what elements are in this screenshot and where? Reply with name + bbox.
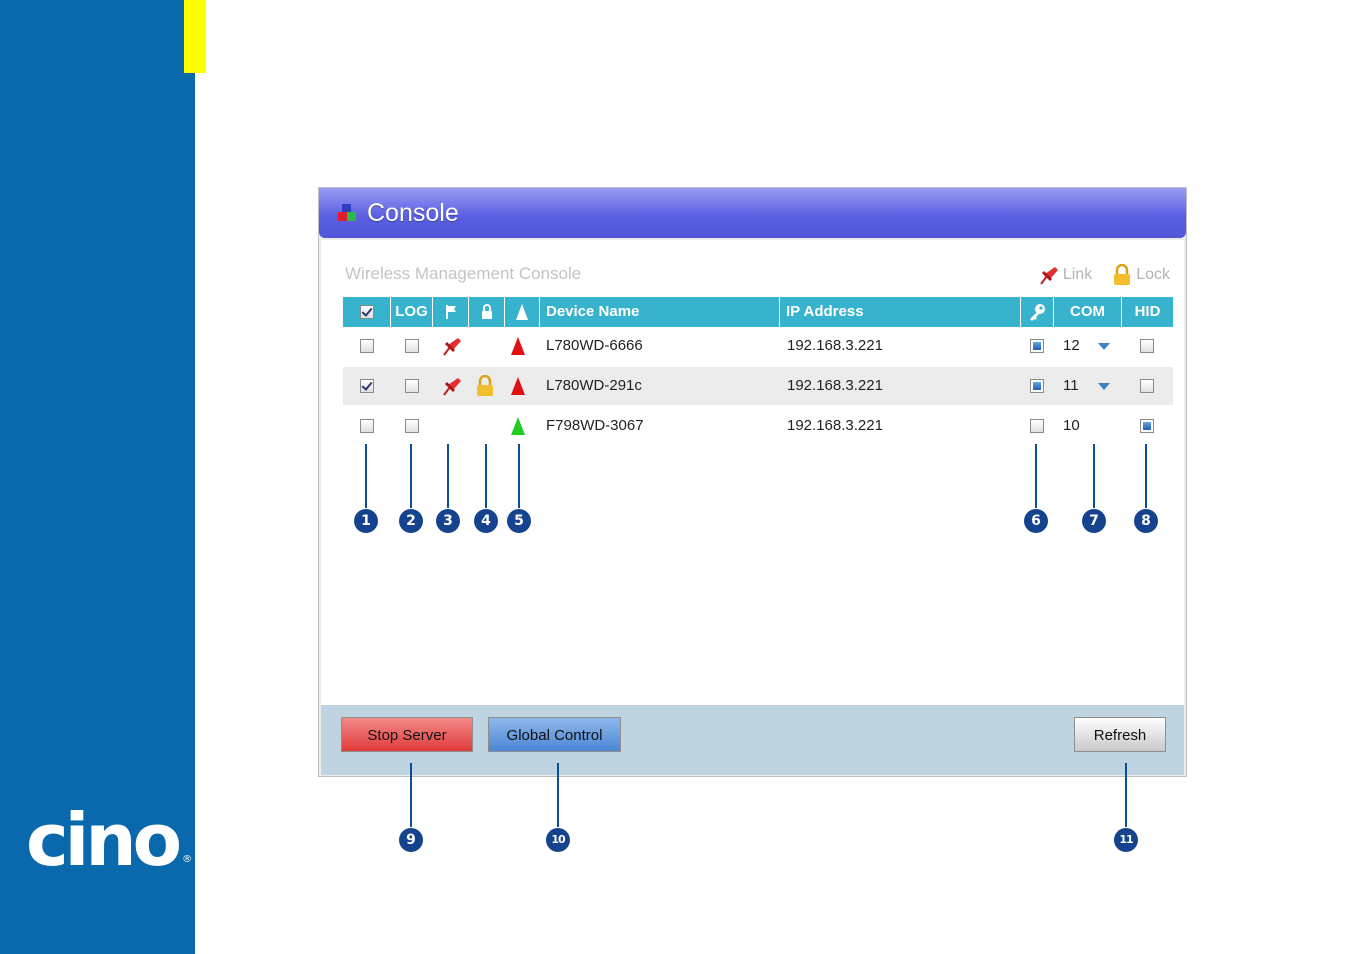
key-icon bbox=[1030, 304, 1045, 321]
console-app-icon bbox=[338, 204, 356, 221]
callout-badge: 8 bbox=[1134, 509, 1158, 533]
callout-line bbox=[447, 444, 449, 508]
row-key-checkbox[interactable] bbox=[1030, 419, 1044, 433]
callout-line bbox=[485, 444, 487, 508]
header-select-all-cell bbox=[343, 297, 391, 327]
ip-address: 192.168.3.221 bbox=[787, 417, 883, 434]
row-hid-checkbox[interactable] bbox=[1140, 339, 1154, 353]
table-row: F798WD-3067 192.168.3.221 10 bbox=[343, 407, 1173, 445]
select-all-checkbox[interactable] bbox=[360, 305, 374, 319]
callout-badge: 6 bbox=[1024, 509, 1048, 533]
table-row: L780WD-6666 192.168.3.221 12 bbox=[343, 327, 1173, 365]
legend-link-label: Link bbox=[1062, 266, 1093, 283]
callout-badge: 4 bbox=[474, 509, 498, 533]
callout-badge: 2 bbox=[399, 509, 423, 533]
header-lock-icon bbox=[481, 304, 492, 319]
row-select-checkbox[interactable] bbox=[360, 379, 374, 393]
link-pin-icon bbox=[443, 338, 461, 356]
callout-badge: 10 bbox=[546, 828, 570, 852]
ip-address: 192.168.3.221 bbox=[787, 377, 883, 394]
callout-line bbox=[365, 444, 367, 508]
callout-badge: 9 bbox=[399, 828, 423, 852]
callout-line bbox=[410, 444, 412, 508]
row-log-checkbox[interactable] bbox=[405, 379, 419, 393]
header-ip-address: IP Address bbox=[780, 297, 1021, 327]
row-key-checkbox[interactable] bbox=[1030, 379, 1044, 393]
callout-badge: 3 bbox=[436, 509, 460, 533]
row-key-checkbox[interactable] bbox=[1030, 339, 1044, 353]
signal-red-icon bbox=[511, 377, 525, 395]
header-signal-cell bbox=[505, 297, 540, 327]
device-name: L780WD-291c bbox=[546, 377, 642, 394]
row-hid-checkbox[interactable] bbox=[1140, 419, 1154, 433]
callout-line bbox=[518, 444, 520, 508]
callout-line bbox=[1093, 444, 1095, 508]
header-com: COM bbox=[1054, 297, 1122, 327]
callout-line bbox=[557, 763, 559, 827]
lock-icon bbox=[1114, 264, 1131, 285]
row-select-checkbox[interactable] bbox=[360, 419, 374, 433]
header-device-name: Device Name bbox=[540, 297, 780, 327]
row-select-checkbox[interactable] bbox=[360, 339, 374, 353]
callout-badge: 5 bbox=[507, 509, 531, 533]
cino-logo: cino ® bbox=[26, 798, 193, 882]
yellow-accent-tab bbox=[184, 0, 206, 73]
header-key-cell bbox=[1021, 297, 1054, 327]
link-pin-icon bbox=[443, 378, 461, 396]
legend: Link Lock bbox=[1037, 264, 1170, 286]
brand-sidebar: cino ® bbox=[0, 0, 195, 954]
callout-badge: 7 bbox=[1082, 509, 1106, 533]
header-hid: HID bbox=[1134, 303, 1161, 320]
com-port: 11 bbox=[1063, 377, 1079, 394]
device-name: L780WD-6666 bbox=[546, 337, 643, 354]
device-table-header: LOG Device Name IP Address COM HID bbox=[343, 297, 1173, 327]
link-pin-icon bbox=[1040, 267, 1058, 285]
row-log-checkbox[interactable] bbox=[405, 419, 419, 433]
signal-red-icon bbox=[511, 337, 525, 355]
callout-line bbox=[1145, 444, 1147, 508]
signal-icon bbox=[516, 304, 528, 320]
signal-green-icon bbox=[511, 417, 525, 435]
header-flag-cell bbox=[433, 297, 469, 327]
callout-badge: 11 bbox=[1114, 828, 1138, 852]
header-log: LOG bbox=[391, 297, 433, 327]
row-log-checkbox[interactable] bbox=[405, 339, 419, 353]
stop-server-button[interactable]: Stop Server bbox=[341, 717, 473, 752]
com-port: 12 bbox=[1063, 337, 1080, 354]
panel-subtitle: Wireless Management Console bbox=[345, 264, 582, 283]
ip-address: 192.168.3.221 bbox=[787, 337, 883, 354]
window-title: Console bbox=[367, 199, 459, 227]
com-port: 10 bbox=[1063, 417, 1080, 434]
callout-line bbox=[1035, 444, 1037, 508]
window-titlebar: Console bbox=[319, 188, 1186, 238]
row-hid-checkbox[interactable] bbox=[1140, 379, 1154, 393]
callout-line bbox=[410, 763, 412, 827]
refresh-button[interactable]: Refresh bbox=[1074, 717, 1166, 752]
callout-line bbox=[1125, 763, 1127, 827]
flag-icon bbox=[445, 305, 456, 319]
console-panel: Wireless Management Console Link Lock LO… bbox=[321, 240, 1184, 705]
global-control-button[interactable]: Global Control bbox=[488, 717, 621, 752]
table-row: L780WD-291c 192.168.3.221 11 bbox=[343, 367, 1173, 405]
header-lock-cell bbox=[469, 297, 505, 327]
legend-lock-label: Lock bbox=[1136, 266, 1170, 283]
lock-icon bbox=[477, 375, 493, 396]
device-name: F798WD-3067 bbox=[546, 417, 644, 434]
console-footer: Stop Server Global Control Refresh bbox=[321, 705, 1184, 775]
callout-badge: 1 bbox=[354, 509, 378, 533]
com-dropdown-caret-icon[interactable] bbox=[1098, 343, 1110, 350]
com-dropdown-caret-icon[interactable] bbox=[1098, 383, 1110, 390]
